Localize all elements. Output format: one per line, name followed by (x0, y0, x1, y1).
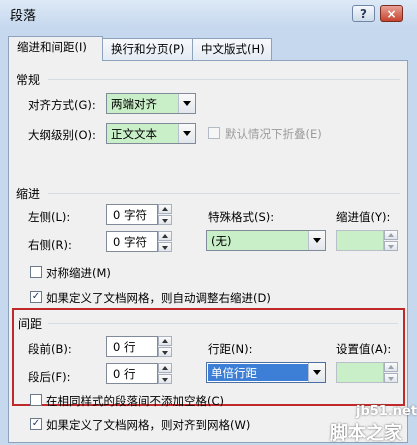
tab-indents-spacing[interactable]: 缩进和间距(I) (8, 36, 103, 61)
outline-level-value: 正文文本 (111, 127, 157, 141)
chevron-down-icon (308, 231, 325, 250)
space-after-value: 0 行 (113, 367, 136, 381)
spin-down-icon[interactable] (384, 241, 398, 251)
close-button[interactable]: × (380, 5, 403, 22)
spin-up-icon[interactable] (158, 231, 172, 241)
indent-by-input[interactable] (336, 230, 384, 251)
no-space-same-style-checkbox[interactable] (30, 394, 42, 406)
spin-up-icon[interactable] (384, 362, 398, 372)
spacing-at-input[interactable] (336, 362, 384, 383)
dialog-title: 段落 (10, 9, 37, 24)
collapse-default-label: 默认情况下折叠(E) (225, 127, 322, 141)
spacing-heading: 间距 (18, 317, 43, 331)
outline-level-select[interactable]: 正文文本 (106, 123, 196, 144)
auto-adjust-indent-checkbox[interactable]: ✓ (30, 291, 42, 303)
tab-line-page-breaks[interactable]: 换行和分页(P) (102, 38, 193, 60)
right-indent-value: 0 字符 (113, 235, 147, 249)
auto-adjust-indent-label: 如果定义了文档网格，则自动调整右缩进(D) (46, 291, 271, 305)
right-indent-stepper[interactable]: 0 字符 (106, 231, 172, 252)
help-icon: ? (360, 7, 367, 21)
divider (48, 79, 400, 80)
chevron-down-icon (308, 363, 325, 382)
left-indent-stepper[interactable]: 0 字符 (106, 204, 172, 225)
indent-by-stepper[interactable] (336, 230, 402, 251)
help-button[interactable]: ? (352, 5, 375, 22)
special-indent-value: (无) (211, 234, 232, 248)
special-indent-select[interactable]: (无) (206, 230, 326, 251)
alignment-label: 对齐方式(G): (28, 98, 96, 112)
left-indent-value: 0 字符 (113, 208, 147, 222)
spacing-at-label: 设置值(A): (336, 342, 392, 356)
snap-to-grid-label: 如果定义了文档网格，则对齐到网格(W) (46, 418, 251, 432)
space-after-stepper[interactable]: 0 行 (106, 363, 172, 384)
spin-down-icon[interactable] (158, 374, 172, 384)
divider (48, 193, 400, 194)
alignment-value: 两端对齐 (111, 97, 157, 111)
right-indent-label: 右侧(R): (28, 238, 72, 252)
collapse-default-checkbox[interactable] (208, 127, 220, 139)
tab-label: 换行和分页(P) (111, 42, 185, 56)
spin-down-icon[interactable] (158, 347, 172, 357)
line-spacing-value: 单倍行距 (211, 366, 257, 380)
snap-to-grid-checkbox[interactable]: ✓ (30, 418, 42, 430)
indent-heading: 缩进 (16, 187, 41, 201)
line-spacing-select[interactable]: 单倍行距 (206, 362, 326, 383)
tab-asian-typography[interactable]: 中文版式(H) (192, 38, 272, 60)
space-after-label: 段后(F): (28, 370, 71, 384)
space-before-value: 0 行 (113, 340, 136, 354)
watermark-site: jb51.net (356, 404, 417, 419)
divider (48, 323, 398, 324)
space-after-input[interactable]: 0 行 (106, 363, 158, 384)
paragraph-dialog: 段落 ? × 缩进和间距(I) 换行和分页(P) 中文版式(H) 常规 对齐方式… (0, 0, 417, 444)
line-spacing-label: 行距(N): (208, 342, 253, 356)
space-before-input[interactable]: 0 行 (106, 336, 158, 357)
space-before-label: 段前(B): (28, 342, 72, 356)
mirror-indents-label: 对称缩进(M) (46, 266, 111, 280)
mirror-indents-checkbox[interactable] (30, 266, 42, 278)
spin-up-icon[interactable] (158, 336, 172, 346)
general-heading: 常规 (16, 73, 41, 87)
outline-level-label: 大纲级别(O): (28, 128, 96, 142)
tab-label: 缩进和间距(I) (17, 40, 87, 54)
special-indent-label: 特殊格式(S): (208, 210, 275, 224)
watermark-name: 脚本之家 (330, 423, 402, 444)
spin-up-icon[interactable] (158, 204, 172, 214)
checkmark-icon: ✓ (31, 418, 41, 429)
spin-up-icon[interactable] (384, 230, 398, 240)
spin-up-icon[interactable] (158, 363, 172, 373)
space-before-stepper[interactable]: 0 行 (106, 336, 172, 357)
spacing-at-stepper[interactable] (336, 362, 402, 383)
left-indent-label: 左侧(L): (28, 210, 71, 224)
right-indent-input[interactable]: 0 字符 (106, 231, 158, 252)
indent-by-label: 缩进值(Y): (336, 210, 391, 224)
close-icon: × (386, 7, 397, 21)
left-indent-input[interactable]: 0 字符 (106, 204, 158, 225)
spin-down-icon[interactable] (384, 373, 398, 383)
chevron-down-icon (178, 94, 195, 113)
alignment-select[interactable]: 两端对齐 (106, 93, 196, 114)
tab-label: 中文版式(H) (201, 42, 265, 56)
no-space-same-style-label: 在相同样式的段落间不添加空格(C) (46, 394, 225, 408)
checkmark-icon: ✓ (31, 291, 41, 302)
chevron-down-icon (178, 124, 195, 143)
spin-down-icon[interactable] (158, 215, 172, 225)
spin-down-icon[interactable] (158, 242, 172, 252)
